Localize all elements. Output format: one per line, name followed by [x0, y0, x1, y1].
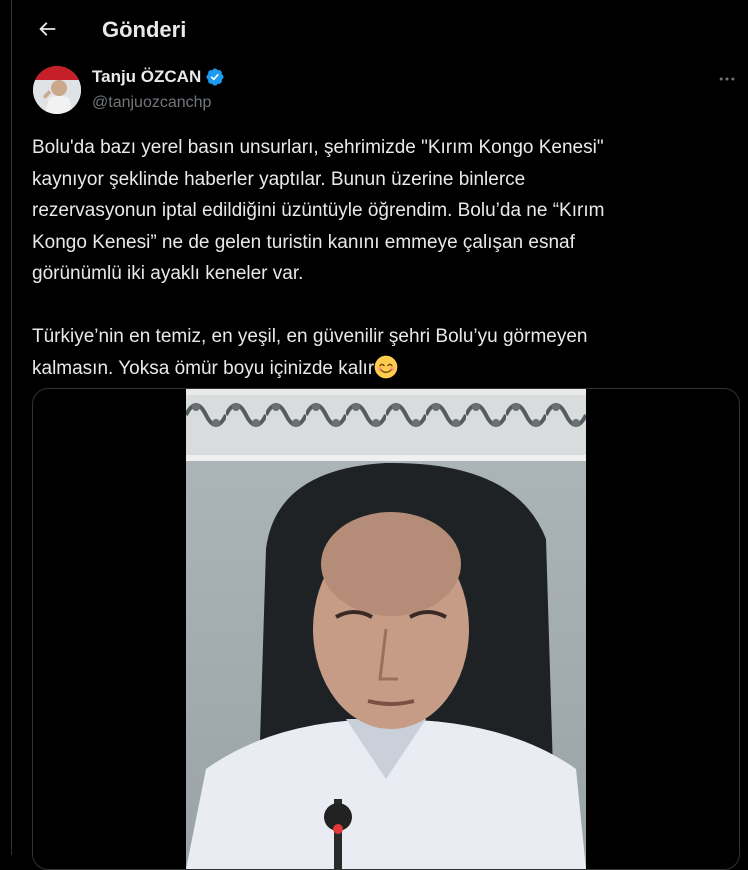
- tweet-text: Bolu'da bazı yerel basın unsurları, şehr…: [32, 137, 605, 379]
- video-frame-image: [186, 389, 586, 869]
- avatar-photo: [33, 66, 81, 114]
- smiling-face-emoji-icon: [374, 355, 398, 378]
- page-title: Gönderi: [102, 17, 187, 42]
- tweet-media-video[interactable]: [32, 388, 740, 870]
- author-handle[interactable]: @tanjuozcanchp: [92, 92, 211, 114]
- top-bar: Gönderi: [12, 0, 748, 62]
- more-options-button[interactable]: [712, 66, 742, 92]
- column-left-border: [11, 0, 12, 855]
- tweet-body: Bolu'da bazı yerel basın unsurları, şehr…: [32, 132, 712, 384]
- author-avatar[interactable]: [33, 66, 81, 114]
- arrow-left-icon: [39, 22, 56, 36]
- back-button[interactable]: [30, 12, 64, 46]
- video-thumbnail[interactable]: [186, 389, 586, 869]
- author-name[interactable]: Tanju ÖZCAN: [92, 66, 225, 88]
- more-dots-icon: [719, 77, 735, 81]
- author-name-text: Tanju ÖZCAN: [92, 67, 202, 86]
- verified-badge-icon: [206, 68, 224, 86]
